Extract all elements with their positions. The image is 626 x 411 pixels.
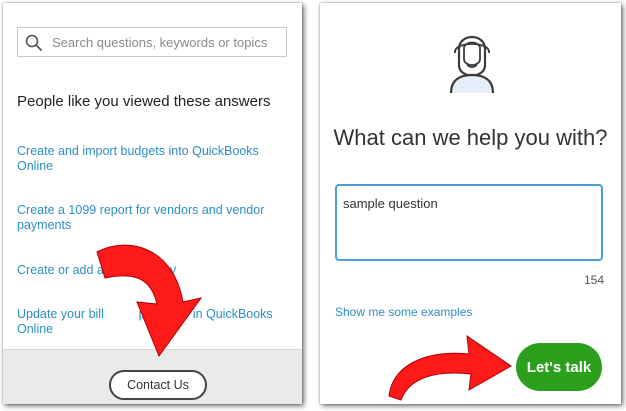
red-arrow-right-annotation xyxy=(388,334,512,401)
help-question-title: What can we help you with? xyxy=(333,125,608,150)
show-examples-link[interactable]: Show me some examples xyxy=(335,305,472,319)
search-box[interactable] xyxy=(17,27,287,57)
character-counter: 154 xyxy=(583,273,604,287)
red-arrow-down-annotation xyxy=(96,244,203,358)
search-input[interactable] xyxy=(52,32,280,52)
contact-us-button[interactable]: Contact Us xyxy=(109,370,207,400)
answers-heading: People like you viewed these answers xyxy=(17,93,271,110)
answer-link-1099-report[interactable]: Create a 1099 report for vendors and ven… xyxy=(17,203,289,233)
support-agent-icon xyxy=(449,35,495,94)
lets-talk-button[interactable]: Let's talk xyxy=(516,343,602,391)
search-icon xyxy=(25,34,42,51)
question-textarea[interactable]: sample question xyxy=(335,184,603,261)
answer-link-budgets[interactable]: Create and import budgets into QuickBook… xyxy=(17,144,289,174)
